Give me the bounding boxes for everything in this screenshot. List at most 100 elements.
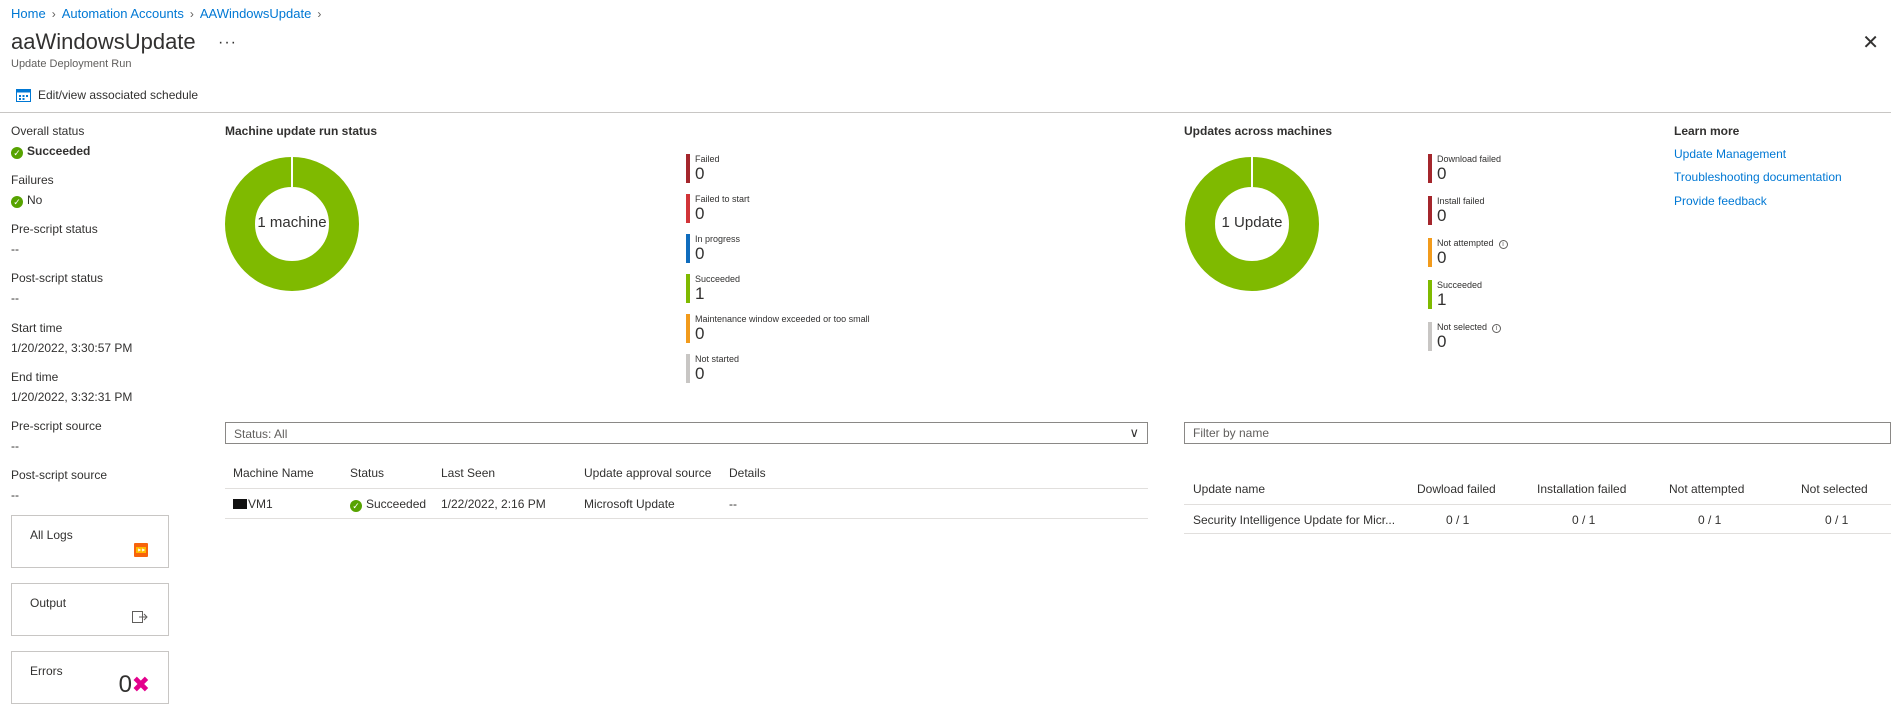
col-not-selected[interactable]: Not selected bbox=[1801, 482, 1868, 496]
filter-by-name-input[interactable] bbox=[1184, 422, 1891, 444]
chevron-right-icon: › bbox=[51, 6, 56, 21]
output-tile[interactable]: Output bbox=[11, 583, 169, 636]
calendar-icon bbox=[16, 89, 31, 102]
legend-color-bar bbox=[686, 314, 690, 343]
learn-more-title: Learn more bbox=[1674, 124, 1740, 138]
legend-color-bar bbox=[1428, 238, 1432, 267]
legend-text: Failed to start 0 bbox=[695, 194, 750, 223]
approval-source-cell: Microsoft Update bbox=[584, 497, 675, 511]
legend-item: Install failed 0 bbox=[1428, 196, 1485, 225]
all-logs-label: All Logs bbox=[30, 528, 73, 542]
edit-schedule-button[interactable]: Edit/view associated schedule bbox=[16, 88, 198, 102]
legend-text: Succeeded 1 bbox=[695, 274, 740, 303]
close-button[interactable]: ✕ bbox=[1862, 30, 1879, 55]
end-time-value: 1/20/2022, 3:32:31 PM bbox=[11, 390, 133, 404]
legend-item: Not started 0 bbox=[686, 354, 739, 383]
legend-value: 1 bbox=[1437, 290, 1447, 309]
table-header-divider bbox=[225, 488, 1148, 489]
legend-item: Succeeded 1 bbox=[686, 274, 740, 303]
machine-status-title: Machine update run status bbox=[225, 124, 378, 138]
info-icon[interactable]: i bbox=[1498, 240, 1508, 249]
table-row[interactable]: VM1 ✓ Succeeded 1/22/2022, 2:16 PM Micros… bbox=[225, 490, 1148, 518]
legend-text: Not selected i 0 bbox=[1437, 322, 1502, 351]
col-last-seen[interactable]: Last Seen bbox=[441, 466, 495, 480]
col-update-name[interactable]: Update name bbox=[1193, 482, 1265, 496]
legend-color-bar bbox=[686, 234, 690, 263]
status-filter-value: Status: All bbox=[234, 427, 288, 441]
col-update-approval-source[interactable]: Update approval source bbox=[584, 466, 711, 480]
page-subtitle: Update Deployment Run bbox=[11, 58, 132, 70]
legend-label: Not attempted i bbox=[1437, 238, 1508, 249]
legend-value: 1 bbox=[695, 284, 705, 303]
legend-label-text: Not selected bbox=[1437, 322, 1488, 332]
breadcrumb-aawindowsupdate[interactable]: AAWindowsUpdate bbox=[200, 6, 312, 21]
update-name-cell[interactable]: Security Intelligence Update for Micr... bbox=[1193, 513, 1395, 527]
legend-color-bar bbox=[1428, 196, 1432, 225]
table-row[interactable]: Security Intelligence Update for Micr...… bbox=[1184, 506, 1891, 533]
legend-text: Maintenance window exceeded or too small… bbox=[695, 314, 870, 343]
machine-name-cell[interactable]: VM1 bbox=[233, 497, 273, 511]
legend-label-text: Failed bbox=[695, 154, 720, 164]
start-time-value: 1/20/2022, 3:30:57 PM bbox=[11, 341, 133, 355]
col-machine-name[interactable]: Machine Name bbox=[233, 466, 314, 480]
legend-value: 0 bbox=[695, 204, 705, 223]
legend-label: Download failed bbox=[1437, 154, 1501, 165]
legend-label-text: In progress bbox=[695, 234, 741, 244]
col-not-attempted[interactable]: Not attempted bbox=[1669, 482, 1744, 496]
legend-label: Maintenance window exceeded or too small bbox=[695, 314, 870, 325]
legend-text: Download failed 0 bbox=[1437, 154, 1501, 183]
failures-label: Failures bbox=[11, 173, 54, 187]
legend-text: In progress 0 bbox=[695, 234, 740, 263]
legend-label-text: Download failed bbox=[1437, 154, 1502, 164]
legend-label-text: Not started bbox=[695, 354, 740, 364]
row-divider bbox=[1184, 533, 1891, 534]
output-icon bbox=[132, 611, 148, 623]
updates-donut-label: 1 Update bbox=[1221, 214, 1283, 231]
legend-value: 0 bbox=[695, 324, 705, 343]
legend-color-bar bbox=[686, 154, 690, 183]
errors-count: 0 bbox=[118, 671, 132, 698]
prescript-status-label: Pre-script status bbox=[11, 222, 98, 236]
details-cell: -- bbox=[729, 497, 737, 511]
legend-color-bar bbox=[686, 194, 690, 223]
check-circle-icon: ✓ bbox=[350, 500, 362, 512]
link-update-management[interactable]: Update Management bbox=[1674, 147, 1786, 161]
legend-text: Not attempted i 0 bbox=[1437, 238, 1508, 267]
link-provide-feedback[interactable]: Provide feedback bbox=[1674, 194, 1767, 208]
legend-item: In progress 0 bbox=[686, 234, 740, 263]
col-installation-failed[interactable]: Installation failed bbox=[1537, 482, 1626, 496]
legend-text: Not started 0 bbox=[695, 354, 739, 383]
vm-icon bbox=[233, 499, 247, 509]
legend-value: 0 bbox=[695, 164, 705, 183]
legend-item: Succeeded 1 bbox=[1428, 280, 1482, 309]
col-details[interactable]: Details bbox=[729, 466, 766, 480]
page-title: aaWindowsUpdate bbox=[11, 29, 196, 54]
more-options-button[interactable]: ··· bbox=[218, 34, 237, 52]
check-circle-icon: ✓ bbox=[11, 196, 23, 208]
all-logs-tile[interactable]: All Logs bbox=[11, 515, 169, 568]
info-icon[interactable]: i bbox=[1492, 324, 1502, 333]
legend-item: Not selected i 0 bbox=[1428, 322, 1502, 351]
legend-value: 0 bbox=[1437, 206, 1447, 225]
link-troubleshooting-documentation[interactable]: Troubleshooting documentation bbox=[1674, 170, 1842, 184]
breadcrumb-automation-accounts[interactable]: Automation Accounts bbox=[62, 6, 184, 21]
col-download-failed[interactable]: Dowload failed bbox=[1417, 482, 1496, 496]
failures-value: ✓ No bbox=[11, 193, 42, 208]
end-time-label: End time bbox=[11, 370, 59, 384]
prescript-source-value: -- bbox=[11, 439, 19, 453]
col-status[interactable]: Status bbox=[350, 466, 384, 480]
not-selected-cell: 0 / 1 bbox=[1825, 513, 1849, 527]
updates-status-title: Updates across machines bbox=[1184, 124, 1333, 138]
status-filter-dropdown[interactable]: Status: All ∨ bbox=[225, 422, 1148, 444]
errors-tile[interactable]: Errors 0 ✖ bbox=[11, 651, 169, 704]
legend-label-text: Succeeded bbox=[1437, 280, 1483, 290]
legend-label-text: Install failed bbox=[1437, 196, 1485, 206]
chevron-down-icon: ∨ bbox=[1129, 425, 1139, 440]
postscript-source-value: -- bbox=[11, 488, 19, 502]
download-failed-cell: 0 / 1 bbox=[1446, 513, 1470, 527]
breadcrumb-home[interactable]: Home bbox=[11, 6, 46, 21]
machine-donut-label: 1 machine bbox=[257, 214, 327, 231]
postscript-status-value: -- bbox=[11, 291, 19, 305]
overall-status-value: ✓ Succeeded bbox=[11, 144, 90, 159]
chevron-right-icon: › bbox=[189, 6, 194, 21]
